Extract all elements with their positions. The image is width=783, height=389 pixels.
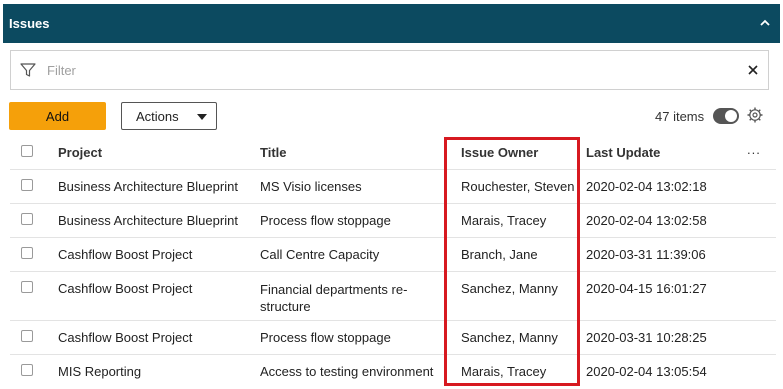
row-checkbox[interactable] [21,247,33,259]
table-row[interactable]: Business Architecture Blueprint MS Visio… [10,170,776,204]
cell-title: Financial departments re-structure [260,282,408,314]
row-checkbox[interactable] [21,330,33,342]
row-checkbox[interactable] [21,281,33,293]
cell-project: Business Architecture Blueprint [58,213,238,228]
actions-dropdown-button[interactable]: Actions [121,102,217,130]
cell-project: Cashflow Boost Project [58,330,193,345]
filter-bar [10,50,769,90]
table-row[interactable]: MIS Reporting Access to testing environm… [10,355,776,389]
filter-icon [20,63,36,77]
row-checkbox[interactable] [21,179,33,191]
chevron-up-icon[interactable] [758,16,772,30]
actions-label: Actions [136,109,179,124]
cell-last-update: 2020-02-04 13:02:18 [586,179,707,194]
cell-project: Cashflow Boost Project [58,281,193,296]
cell-issue-owner: Sanchez, Manny [461,281,558,296]
select-all-checkbox[interactable] [21,145,33,157]
cell-project: Business Architecture Blueprint [58,179,238,194]
cell-title: MS Visio licenses [260,179,362,194]
cell-issue-owner: Rouchester, Steven [461,179,575,194]
cell-title: Access to testing environment [260,364,434,379]
table-row[interactable]: Cashflow Boost Project Financial departm… [10,272,776,321]
toggle-knob [725,110,737,122]
table-row[interactable]: Cashflow Boost Project Process flow stop… [10,321,776,355]
column-header-issue-owner[interactable]: Issue Owner [461,145,538,160]
issues-panel-header[interactable]: Issues [3,4,780,43]
cell-last-update: 2020-03-31 10:28:25 [586,330,707,345]
row-checkbox[interactable] [21,213,33,225]
gear-icon[interactable] [746,106,764,124]
cell-last-update: 2020-03-31 11:39:06 [586,247,706,262]
view-toggle[interactable] [713,108,739,124]
table-row[interactable]: Business Architecture Blueprint Process … [10,204,776,238]
row-checkbox[interactable] [21,364,33,376]
table-header-row: Project Title Issue Owner Last Update ..… [10,136,776,170]
table-row[interactable]: Cashflow Boost Project Call Centre Capac… [10,238,776,272]
cell-project: Cashflow Boost Project [58,247,193,262]
cell-issue-owner: Marais, Tracey [461,364,547,379]
cell-title: Call Centre Capacity [260,247,380,262]
cell-last-update: 2020-02-04 13:02:58 [586,213,707,228]
column-header-last-update[interactable]: Last Update [586,145,660,160]
add-button[interactable]: Add [9,102,106,130]
cell-last-update: 2020-04-15 16:01:27 [586,281,707,296]
caret-down-icon [197,114,207,120]
close-icon[interactable] [746,63,760,77]
column-header-project[interactable]: Project [58,145,102,160]
items-count: 47 items [655,109,705,124]
cell-issue-owner: Marais, Tracey [461,213,547,228]
cell-project: MIS Reporting [58,364,142,379]
cell-title: Process flow stoppage [260,213,391,228]
cell-issue-owner: Sanchez, Manny [461,330,558,345]
cell-title: Process flow stoppage [260,330,391,345]
filter-input[interactable] [47,59,727,81]
cell-last-update: 2020-02-04 13:05:54 [586,364,707,379]
more-options-icon[interactable]: ... [747,142,761,157]
column-header-title[interactable]: Title [260,145,287,160]
cell-issue-owner: Branch, Jane [461,247,538,262]
panel-title: Issues [9,16,50,31]
